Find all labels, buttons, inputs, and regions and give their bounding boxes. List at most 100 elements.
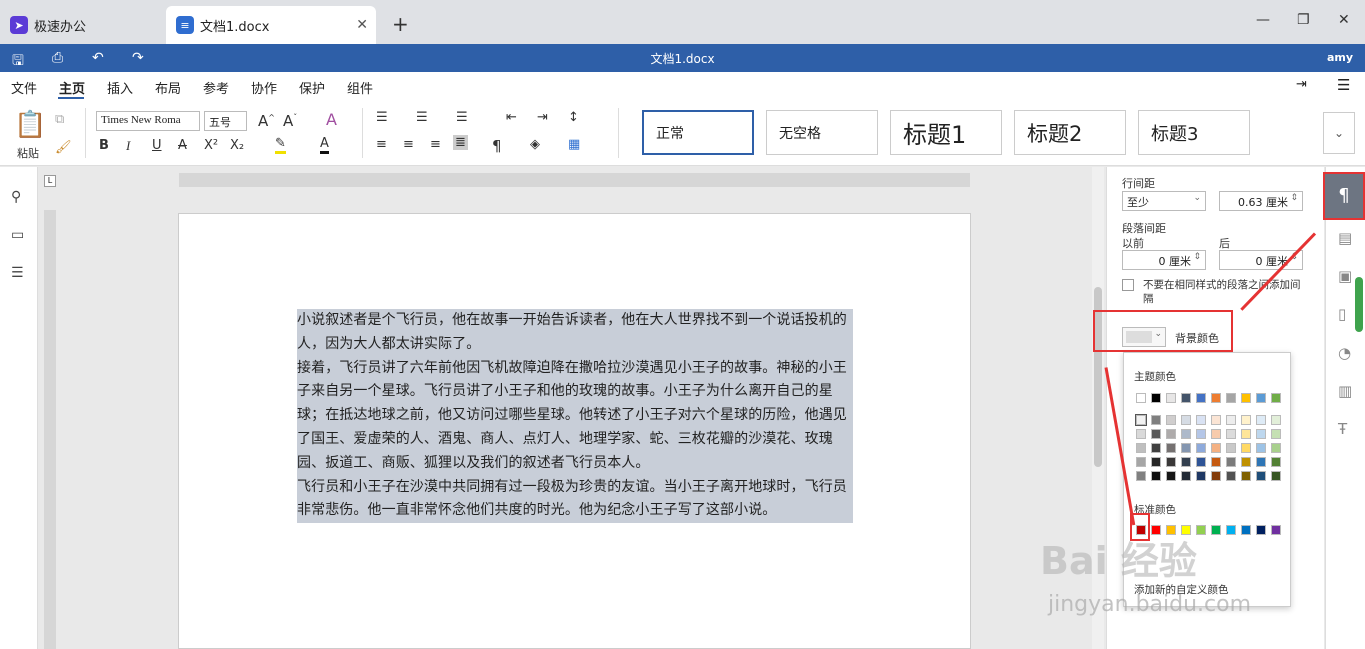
theme-color-swatch[interactable] xyxy=(1151,429,1161,439)
menu-protect[interactable]: 保护 xyxy=(299,78,325,97)
theme-color-swatch[interactable] xyxy=(1181,457,1191,467)
line-spacing-icon[interactable]: ↕ xyxy=(568,110,579,125)
tab-stop-selector[interactable]: L xyxy=(44,175,56,187)
superscript-icon[interactable]: X² xyxy=(204,138,218,153)
menu-home[interactable]: 主页 xyxy=(59,78,85,97)
theme-color-swatch[interactable] xyxy=(1151,415,1161,425)
menu-layout[interactable]: 布局 xyxy=(155,78,181,97)
theme-color-swatch[interactable] xyxy=(1256,471,1266,481)
standard-color-swatch[interactable] xyxy=(1226,525,1236,535)
bullet-list-icon[interactable]: ☰ xyxy=(376,110,388,125)
highlight-icon[interactable]: ✎ xyxy=(275,136,286,154)
theme-color-swatch[interactable] xyxy=(1271,443,1281,453)
theme-color-swatch[interactable] xyxy=(1196,471,1206,481)
font-color-icon[interactable]: A xyxy=(320,136,329,154)
theme-color-swatch[interactable] xyxy=(1241,429,1251,439)
open-file-location-icon[interactable]: ⇥ xyxy=(1296,77,1307,92)
style-no-spacing[interactable]: 无空格 xyxy=(766,110,878,155)
theme-color-swatch[interactable] xyxy=(1166,457,1176,467)
theme-color-swatch[interactable] xyxy=(1181,471,1191,481)
paragraph[interactable]: 小说叙述者是个飞行员，他在故事一开始告诉读者，他在大人世界找不到一个说话投机的人… xyxy=(297,309,853,357)
theme-color-swatch[interactable] xyxy=(1151,393,1161,403)
menu-collaborate[interactable]: 协作 xyxy=(251,78,277,97)
theme-color-swatch[interactable] xyxy=(1211,443,1221,453)
theme-color-swatch[interactable] xyxy=(1181,429,1191,439)
search-icon[interactable]: ⚲ xyxy=(11,189,21,205)
text-art-icon[interactable]: Ŧ xyxy=(1338,420,1347,438)
paste-icon[interactable]: 📋 xyxy=(14,110,46,140)
menu-plugins[interactable]: 组件 xyxy=(347,78,373,97)
horizontal-ruler[interactable] xyxy=(179,173,970,187)
shading-icon[interactable]: ◈ xyxy=(530,137,540,152)
theme-color-swatch[interactable] xyxy=(1271,457,1281,467)
theme-color-swatch[interactable] xyxy=(1196,457,1206,467)
style-normal[interactable]: 正常 xyxy=(642,110,754,155)
strikethrough-icon[interactable]: A xyxy=(178,138,187,153)
font-size-select[interactable]: 五号 xyxy=(204,111,247,131)
theme-color-swatch[interactable] xyxy=(1136,393,1146,403)
italic-icon[interactable]: I xyxy=(126,138,130,154)
bold-icon[interactable]: B xyxy=(99,138,109,153)
line-spacing-mode-select[interactable]: 至少 ⌄ xyxy=(1122,191,1206,211)
paragraph-mark-icon[interactable]: ¶ xyxy=(492,137,502,155)
document-body[interactable]: 小说叙述者是个飞行员，他在故事一开始告诉读者，他在大人世界找不到一个说话投机的人… xyxy=(297,309,853,524)
borders-icon[interactable]: ▦ xyxy=(568,137,580,152)
standard-color-swatch[interactable] xyxy=(1256,525,1266,535)
align-left-icon[interactable]: ≡ xyxy=(376,137,387,152)
copy-icon[interactable]: ⧉ xyxy=(55,112,64,127)
line-spacing-value-input[interactable]: 0.63 厘米 ⇕ xyxy=(1219,191,1303,211)
decrease-font-icon[interactable]: Aˇ xyxy=(283,112,297,130)
style-heading2[interactable]: 标题2 xyxy=(1014,110,1126,155)
theme-color-swatch[interactable] xyxy=(1256,415,1266,425)
paste-label[interactable]: 粘贴 xyxy=(17,145,39,161)
comment-icon[interactable]: ▭ xyxy=(11,227,24,243)
decrease-indent-icon[interactable]: ⇤ xyxy=(506,110,517,125)
add-tab-icon[interactable]: + xyxy=(392,12,409,36)
header-footer-icon[interactable]: ▯ xyxy=(1338,305,1346,323)
vertical-ruler[interactable] xyxy=(44,210,56,649)
paragraph[interactable]: 接着，飞行员讲了六年前他因飞机故障迫降在撒哈拉沙漠遇见小王子的故事。神秘的小王子… xyxy=(297,356,853,476)
theme-color-swatch[interactable] xyxy=(1226,443,1236,453)
restore-icon[interactable]: ❐ xyxy=(1297,12,1310,28)
font-name-select[interactable]: Times New Roma xyxy=(96,111,200,131)
theme-color-swatch[interactable] xyxy=(1211,457,1221,467)
numbered-list-icon[interactable]: ☰ xyxy=(416,110,428,125)
theme-color-swatch[interactable] xyxy=(1196,393,1206,403)
standard-color-swatch[interactable] xyxy=(1211,525,1221,535)
close-icon[interactable]: ✕ xyxy=(356,17,368,33)
theme-color-swatch[interactable] xyxy=(1136,471,1146,481)
increase-font-icon[interactable]: A^ xyxy=(258,112,275,130)
theme-color-swatch[interactable] xyxy=(1211,393,1221,403)
chart-settings-icon[interactable]: ▥ xyxy=(1338,382,1352,400)
theme-color-swatch[interactable] xyxy=(1196,429,1206,439)
navigation-icon[interactable]: ☰ xyxy=(11,265,24,281)
justify-icon[interactable]: ≣ xyxy=(453,135,468,150)
theme-color-swatch[interactable] xyxy=(1271,415,1281,425)
theme-color-swatch[interactable] xyxy=(1166,429,1176,439)
clear-format-icon[interactable]: A xyxy=(326,110,337,129)
paragraph-settings-icon[interactable]: ¶ xyxy=(1323,172,1365,220)
theme-color-swatch[interactable] xyxy=(1256,429,1266,439)
styles-more-icon[interactable]: ⌄ xyxy=(1323,112,1355,154)
theme-color-swatch[interactable] xyxy=(1211,429,1221,439)
tab-home[interactable]: ➤ 极速办公 xyxy=(0,6,160,44)
standard-color-swatch[interactable] xyxy=(1271,525,1281,535)
multilevel-list-icon[interactable]: ☰ xyxy=(456,110,468,125)
theme-color-swatch[interactable] xyxy=(1166,471,1176,481)
theme-color-swatch[interactable] xyxy=(1271,429,1281,439)
theme-color-swatch[interactable] xyxy=(1166,393,1176,403)
standard-color-swatch[interactable] xyxy=(1241,525,1251,535)
format-painter-icon[interactable]: 🖌 xyxy=(55,140,72,155)
theme-color-swatch[interactable] xyxy=(1135,414,1147,426)
theme-color-swatch[interactable] xyxy=(1241,457,1251,467)
minimize-icon[interactable]: — xyxy=(1256,12,1270,28)
user-name[interactable]: amy xyxy=(1327,51,1353,64)
theme-color-swatch[interactable] xyxy=(1241,393,1251,403)
theme-color-swatch[interactable] xyxy=(1226,457,1236,467)
table-settings-icon[interactable]: ▤ xyxy=(1338,229,1352,247)
style-heading1[interactable]: 标题1 xyxy=(890,110,1002,155)
theme-color-swatch[interactable] xyxy=(1226,393,1236,403)
theme-color-swatch[interactable] xyxy=(1196,443,1206,453)
hamburger-menu-icon[interactable]: ☰ xyxy=(1337,76,1350,94)
theme-color-swatch[interactable] xyxy=(1226,471,1236,481)
